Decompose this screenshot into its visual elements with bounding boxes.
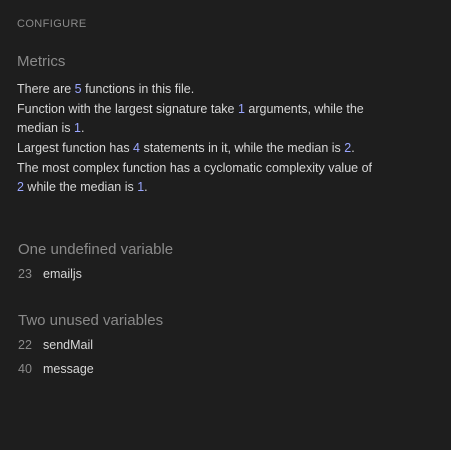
unused-variable-row[interactable]: 22 sendMail bbox=[18, 338, 93, 352]
line-number: 22 bbox=[18, 338, 32, 352]
undefined-variable-row[interactable]: 23 emailjs bbox=[18, 267, 82, 281]
largest-statements-value: 4 bbox=[133, 141, 140, 155]
jshint-metrics-panel: CONFIGURE Metrics There are 5 functions … bbox=[0, 0, 451, 450]
line-number: 40 bbox=[18, 362, 32, 376]
metrics-heading: Metrics bbox=[17, 53, 66, 70]
largest-signature-value: 1 bbox=[237, 102, 245, 116]
configure-link[interactable]: CONFIGURE bbox=[17, 18, 87, 30]
median-signature-value: 1 bbox=[73, 121, 81, 135]
functions-count-text: There are 5 functions in this file. bbox=[17, 82, 195, 96]
unused-variable-row[interactable]: 40 message bbox=[18, 362, 94, 376]
complexity-text: The most complex function has a cyclomat… bbox=[17, 161, 373, 194]
signature-text: Function with the largest signature take… bbox=[17, 102, 364, 135]
metrics-summary: There are 5 functions in this file. Func… bbox=[17, 80, 377, 198]
variable-name: message bbox=[43, 362, 94, 376]
max-complexity-value: 2 bbox=[17, 180, 24, 194]
statements-text: Largest function has 4 statements in it,… bbox=[17, 141, 355, 155]
variable-name: sendMail bbox=[43, 338, 94, 352]
functions-count-value: 5 bbox=[74, 82, 82, 96]
line-number: 23 bbox=[18, 267, 32, 281]
variable-name: emailjs bbox=[43, 267, 82, 281]
undefined-variables-heading: One undefined variable bbox=[18, 241, 174, 258]
unused-variables-heading: Two unused variables bbox=[18, 312, 164, 329]
